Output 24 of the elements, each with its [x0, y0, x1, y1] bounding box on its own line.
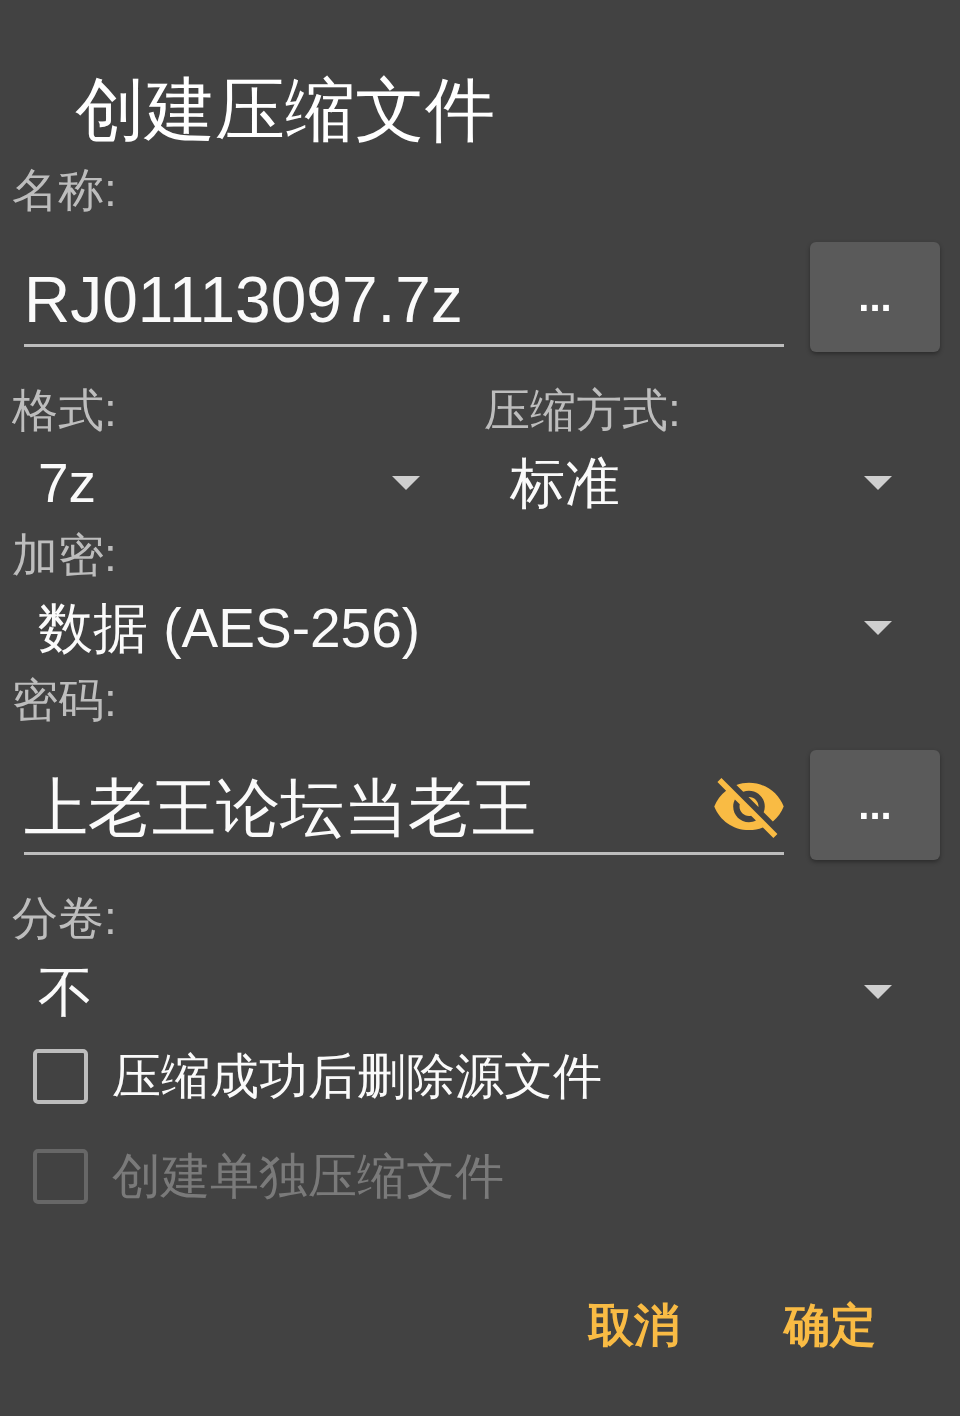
format-dropdown[interactable]: 7z	[12, 453, 448, 513]
field-label: 分卷:	[12, 893, 117, 943]
dropdown-caret-icon	[864, 621, 892, 635]
volumes-dropdown[interactable]: 不	[12, 962, 920, 1022]
encryption-dropdown[interactable]: 数据 (AES-256)	[12, 598, 920, 658]
field-label: 名称:	[12, 165, 117, 215]
field-label: 加密:	[12, 530, 117, 580]
eye-slash-icon[interactable]	[714, 778, 784, 838]
more-button[interactable]: ...	[810, 750, 940, 860]
name-field[interactable]: RJ01113097.7z	[24, 256, 784, 347]
method-dropdown[interactable]: 标准	[484, 453, 920, 513]
dialog-button[interactable]: 确定	[770, 1292, 890, 1358]
field-label: 格式:	[12, 385, 117, 435]
dropdown-caret-icon	[392, 476, 420, 490]
dialog-title: 创建压缩文件	[75, 70, 495, 150]
field-label: 密码:	[12, 675, 117, 725]
checkbox[interactable]	[33, 1048, 88, 1104]
password-field[interactable]: 上老王论坛当老王	[24, 764, 784, 855]
dropdown-caret-icon	[864, 476, 892, 490]
checkbox-label[interactable]: 压缩成功后删除源文件	[112, 1046, 602, 1106]
more-button[interactable]: ...	[810, 242, 940, 352]
field-label: 压缩方式:	[484, 385, 681, 435]
dialog-button[interactable]: 取消	[574, 1292, 694, 1358]
dropdown-caret-icon	[864, 985, 892, 999]
